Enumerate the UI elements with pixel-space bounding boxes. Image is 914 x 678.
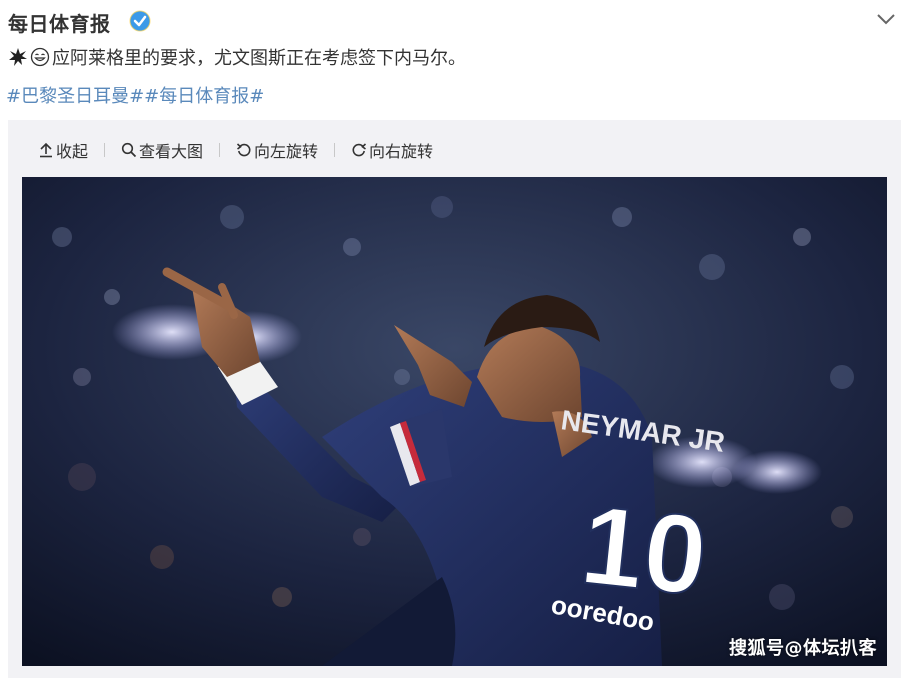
media-card: 收起 查看大图 向左旋转 向右旋转 NEYMAR JR 10 ooredoo 搜…	[8, 120, 901, 678]
collapse-button[interactable]: 收起	[30, 138, 96, 162]
hashtag-list: #巴黎圣日耳曼##每日体育报#	[6, 82, 264, 108]
verified-badge-icon	[129, 10, 151, 32]
view-large-button[interactable]: 查看大图	[113, 138, 211, 162]
collapse-label: 收起	[56, 142, 89, 161]
collapse-up-icon	[40, 142, 52, 158]
toolbar-divider	[219, 143, 221, 157]
author-name[interactable]: 每日体育报	[8, 8, 111, 37]
chevron-down-icon[interactable]	[876, 12, 896, 26]
rotate-left-button[interactable]: 向左旋转	[228, 138, 326, 162]
hashtag-psg[interactable]: #巴黎圣日耳曼#	[6, 86, 144, 107]
post-photo[interactable]: NEYMAR JR 10 ooredoo 搜狐号@体坛扒客	[22, 177, 887, 666]
toolbar-divider	[334, 143, 336, 157]
hashtag-mundo-deportivo[interactable]: #每日体育报#	[144, 86, 264, 107]
rotate-right-label: 向右旋转	[369, 142, 434, 161]
post-text: 应阿莱格里的要求，尤文图斯正在考虑签下内马尔。	[8, 44, 466, 70]
photo-watermark: 搜狐号@体坛扒客	[729, 638, 877, 659]
rotate-right-button[interactable]: 向右旋转	[343, 138, 441, 162]
rotate-left-label: 向左旋转	[254, 142, 319, 161]
rotate-right-icon	[352, 143, 367, 157]
explosion-emoji-icon	[9, 48, 27, 66]
grin-emoji-icon	[30, 47, 50, 67]
photo-illustration: NEYMAR JR 10 ooredoo	[22, 177, 887, 666]
magnifier-icon	[121, 142, 137, 158]
rotate-left-icon	[236, 143, 251, 157]
view-large-label: 查看大图	[139, 142, 204, 161]
image-toolbar: 收起 查看大图 向左旋转 向右旋转	[30, 138, 441, 162]
toolbar-divider	[104, 143, 106, 157]
post-header: 每日体育报	[8, 6, 902, 36]
post-body-text: 应阿莱格里的要求，尤文图斯正在考虑签下内马尔。	[52, 48, 466, 69]
